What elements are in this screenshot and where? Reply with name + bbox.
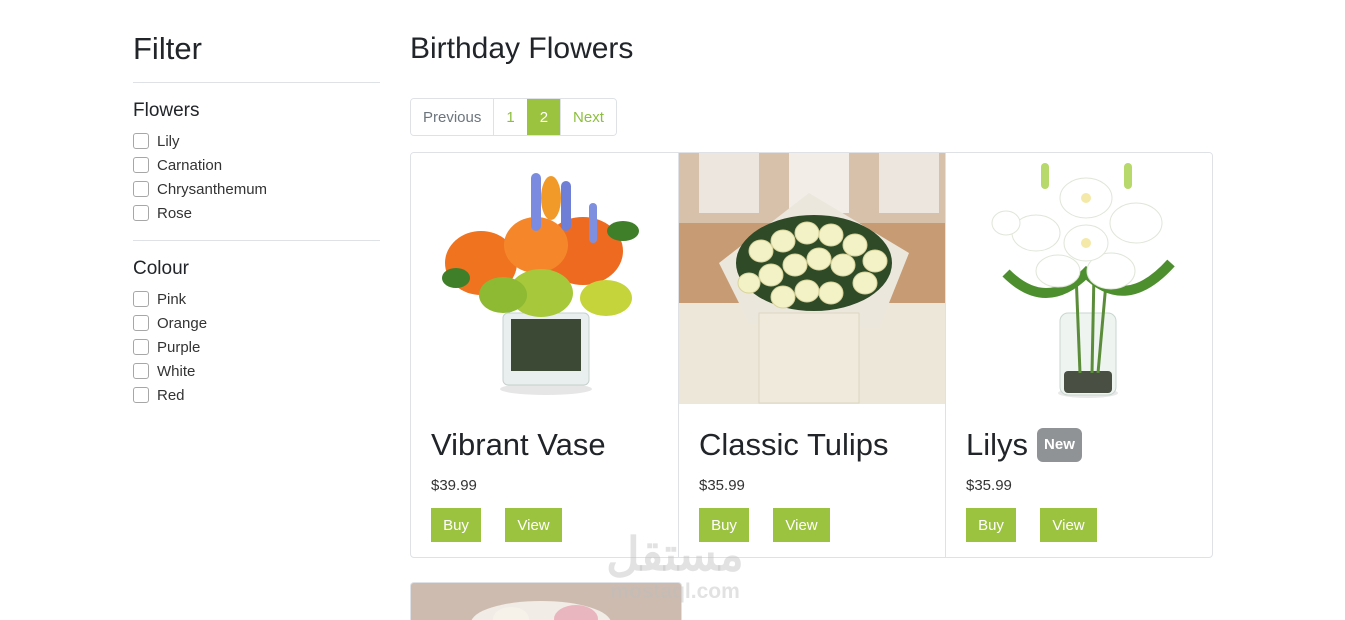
buy-button[interactable]: Buy	[966, 508, 1016, 542]
flowers-heading: Flowers	[133, 100, 200, 121]
filter-option-chrysanthemum[interactable]: Chrysanthemum	[133, 177, 380, 201]
checkbox[interactable]	[133, 133, 149, 149]
filter-option-white[interactable]: White	[133, 359, 380, 383]
checkbox[interactable]	[133, 291, 149, 307]
pagination-page-1[interactable]: 1	[493, 99, 527, 135]
filter-option-pink[interactable]: Pink	[133, 287, 380, 311]
divider	[133, 82, 380, 83]
pagination-page-2[interactable]: 2	[526, 99, 561, 135]
product-price: $35.99	[699, 477, 745, 494]
product-price: $35.99	[966, 477, 1012, 494]
buy-button[interactable]: Buy	[431, 508, 481, 542]
product-title[interactable]: Vibrant Vase	[431, 425, 606, 465]
filter-option-label: Purple	[157, 338, 201, 356]
pagination-next[interactable]: Next	[560, 99, 616, 135]
product-card: Vibrant Vase $39.99 Buy View	[411, 153, 678, 557]
checkbox[interactable]	[133, 315, 149, 331]
view-button[interactable]: View	[1040, 508, 1097, 542]
filter-option-label: Pink	[157, 290, 187, 308]
filter-option-label: Red	[157, 386, 185, 404]
filter-option-label: Lily	[157, 132, 180, 150]
product-card-group: Vibrant Vase $39.99 Buy View Classic Tul…	[410, 152, 1213, 558]
product-title[interactable]: Lilys New	[966, 425, 1082, 465]
product-card: Classic Tulips $35.99 Buy View	[678, 153, 945, 557]
filter-sidebar: Filter Flowers Lily Carnation Chrysanthe…	[133, 30, 380, 407]
filter-option-lily[interactable]: Lily	[133, 129, 380, 153]
product-image-vibrant-vase[interactable]	[411, 153, 678, 404]
view-button[interactable]: View	[505, 508, 562, 542]
page-title: Birthday Flowers	[410, 32, 634, 65]
pagination-previous[interactable]: Previous	[411, 99, 494, 135]
filter-title: Filter	[133, 31, 202, 66]
filter-option-purple[interactable]: Purple	[133, 335, 380, 359]
product-image-lilys[interactable]	[946, 153, 1212, 404]
buy-button[interactable]: Buy	[699, 508, 749, 542]
filter-option-label: Rose	[157, 204, 193, 222]
product-name[interactable]: Classic Tulips	[699, 425, 889, 465]
checkbox[interactable]	[133, 339, 149, 355]
divider	[133, 240, 380, 241]
product-price: $39.99	[431, 477, 477, 494]
filter-option-label: Orange	[157, 314, 208, 332]
filter-option-label: White	[157, 362, 196, 380]
product-name[interactable]: Vibrant Vase	[431, 425, 606, 465]
filter-option-rose[interactable]: Rose	[133, 201, 380, 225]
checkbox[interactable]	[133, 205, 149, 221]
checkbox[interactable]	[133, 157, 149, 173]
new-badge: New	[1037, 428, 1082, 462]
checkbox[interactable]	[133, 387, 149, 403]
product-card: Lilys New $35.99 Buy View	[945, 153, 1212, 557]
colour-heading: Colour	[133, 258, 189, 279]
filter-option-orange[interactable]: Orange	[133, 311, 380, 335]
product-card-partial[interactable]	[410, 582, 682, 620]
product-title[interactable]: Classic Tulips	[699, 425, 889, 465]
filter-option-label: Chrysanthemum	[157, 180, 268, 198]
filter-option-label: Carnation	[157, 156, 223, 174]
pagination: Previous 1 2 Next	[410, 98, 617, 136]
checkbox[interactable]	[133, 181, 149, 197]
checkbox[interactable]	[133, 363, 149, 379]
product-name[interactable]: Lilys	[966, 425, 1028, 465]
filter-option-red[interactable]: Red	[133, 383, 380, 407]
product-image-classic-tulips[interactable]	[679, 153, 945, 404]
view-button[interactable]: View	[773, 508, 830, 542]
filter-option-carnation[interactable]: Carnation	[133, 153, 380, 177]
